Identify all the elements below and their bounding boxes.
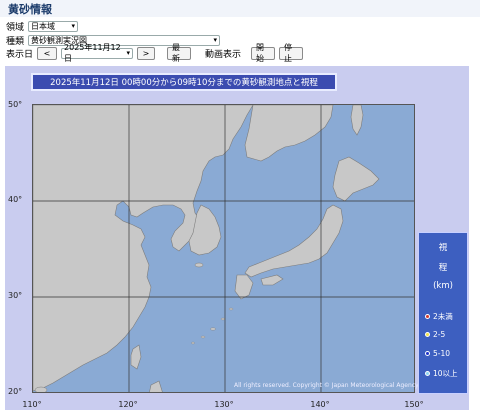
lon-label-150: 150° xyxy=(404,400,424,409)
next-date-button[interactable]: > xyxy=(137,46,156,60)
lon-label-120: 120° xyxy=(118,400,138,409)
copyright-text: All rights reserved. Copyright © Japan M… xyxy=(234,382,419,389)
date-select[interactable]: 2025年11月12日 ▾ xyxy=(61,43,134,63)
lat-label-50: 50° xyxy=(8,100,23,109)
lat-label-30: 30° xyxy=(8,291,23,300)
lat-label-20: 20° xyxy=(8,387,23,396)
land-hainan xyxy=(34,386,48,392)
legend-title-2: 程 xyxy=(438,263,448,273)
type-label: 種類 xyxy=(6,36,25,47)
land-ryukyu xyxy=(191,307,234,345)
latest-button[interactable]: 最新 xyxy=(167,43,192,63)
legend-title-1: 視 xyxy=(438,243,448,253)
legend-item: 10以上 xyxy=(425,368,458,379)
animation-label: 動画表示 xyxy=(205,49,242,60)
land-jeju xyxy=(194,262,204,268)
land-taiwan xyxy=(130,344,142,370)
map-title-banner: 2025年11月12日 00時00分から09時10分までの黄砂観測地点と視程 xyxy=(31,73,337,91)
chevron-down-icon: ▾ xyxy=(126,49,131,57)
date-select-value: 2025年11月12日 xyxy=(64,43,121,63)
page-title: 黄砂情報 xyxy=(8,3,52,16)
legend-label: 10以上 xyxy=(433,369,458,378)
chevron-down-icon: ▾ xyxy=(71,22,76,30)
legend-dot-blue xyxy=(425,351,430,356)
region-select-value: 日本域 xyxy=(31,21,56,31)
date-label: 表示日 xyxy=(6,49,34,60)
land-shikoku xyxy=(260,274,284,286)
land-hokkaido xyxy=(332,156,380,202)
region-label: 領域 xyxy=(6,22,25,33)
legend-label: 2-5 xyxy=(433,330,446,339)
region-row: 領域 日本域 ▾ xyxy=(6,19,79,33)
legend-dot-red xyxy=(425,314,430,319)
map-graphic xyxy=(33,105,414,392)
chevron-down-icon: ▾ xyxy=(213,36,218,44)
visibility-legend: 視 程 (km) 2未満 2-5 5-10 10以上 xyxy=(418,232,468,394)
legend-dot-yellow xyxy=(425,332,430,337)
animation-stop-button[interactable]: 停止 xyxy=(279,43,304,63)
region-select[interactable]: 日本域 ▾ xyxy=(28,20,79,32)
land-russia xyxy=(244,105,334,162)
legend-dot-lightblue xyxy=(425,371,430,376)
lat-label-40: 40° xyxy=(8,195,23,204)
land-luzon xyxy=(149,380,163,392)
land-sakhalin xyxy=(350,105,364,136)
animation-start-button[interactable]: 開始 xyxy=(251,43,276,63)
date-row: 表示日 < 2025年11月12日 ▾ > 最新 動画表示 開始 停止 xyxy=(6,43,304,63)
type-select[interactable]: 黄砂観測実況図 ▾ xyxy=(28,34,221,46)
land-kyushu xyxy=(234,274,254,300)
dust-observation-map[interactable] xyxy=(32,104,415,393)
lon-label-110: 110° xyxy=(22,400,42,409)
title-bar: 黄砂情報 xyxy=(0,0,480,17)
legend-item: 2未満 xyxy=(425,311,453,322)
prev-date-button[interactable]: < xyxy=(37,46,58,60)
lon-label-130: 130° xyxy=(214,400,234,409)
legend-label: 5-10 xyxy=(433,349,451,358)
legend-item: 5-10 xyxy=(425,349,450,358)
legend-label: 2未満 xyxy=(433,312,453,321)
legend-unit: (km) xyxy=(433,281,453,291)
lon-label-140: 140° xyxy=(310,400,330,409)
land-honshu xyxy=(244,204,344,278)
legend-item: 2-5 xyxy=(425,330,445,339)
land-continent xyxy=(33,105,254,392)
